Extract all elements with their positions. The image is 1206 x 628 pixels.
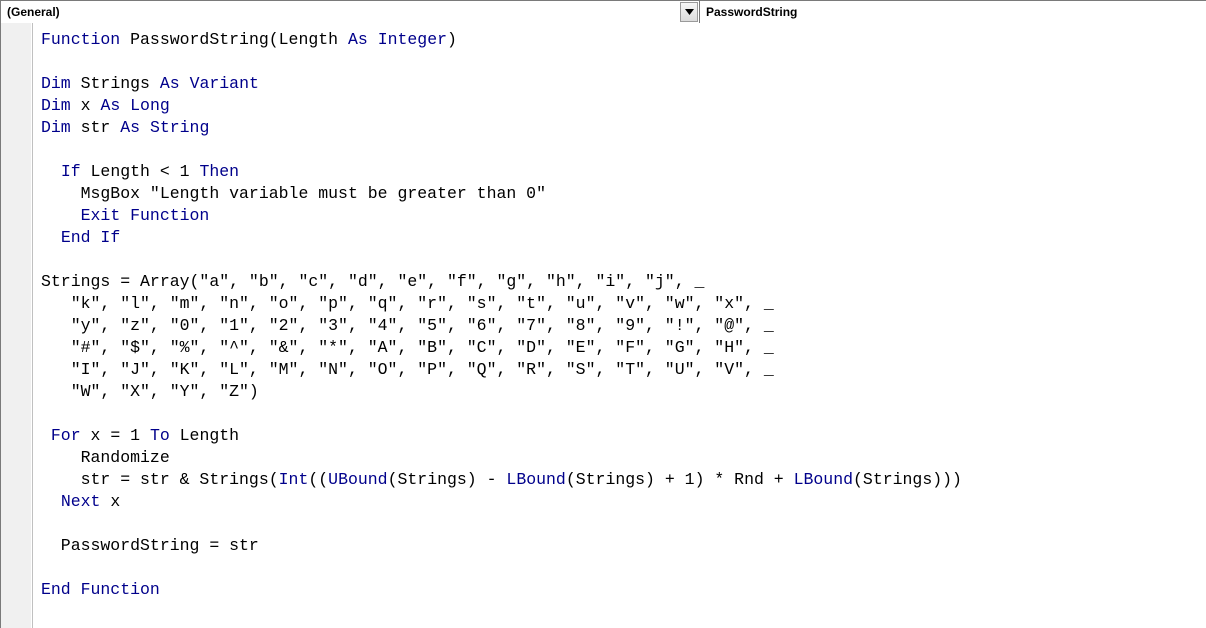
code-line: "#", "$", "%", "^", "&", "*", "A", "B", … — [41, 337, 1206, 359]
code-line: If Length < 1 Then — [41, 161, 1206, 183]
code-line: MsgBox "Length variable must be greater … — [41, 183, 1206, 205]
code-line — [41, 249, 1206, 271]
code-line: "W", "X", "Y", "Z") — [41, 381, 1206, 403]
code-line: Function PasswordString(Length As Intege… — [41, 29, 1206, 51]
code-line: str = str & Strings(Int((UBound(Strings)… — [41, 469, 1206, 491]
code-line: End If — [41, 227, 1206, 249]
code-line — [41, 557, 1206, 579]
code-line: End Function — [41, 579, 1206, 601]
margin-gutter — [1, 23, 33, 628]
code-line — [41, 139, 1206, 161]
procedure-dropdown-text: PasswordString — [700, 1, 1206, 23]
procedure-dropdown[interactable]: PasswordString — [700, 1, 1206, 23]
code-line: Next x — [41, 491, 1206, 513]
code-line: "k", "l", "m", "n", "o", "p", "q", "r", … — [41, 293, 1206, 315]
code-line: Randomize — [41, 447, 1206, 469]
object-dropdown[interactable]: (General) — [1, 1, 700, 23]
code-line: Dim x As Long — [41, 95, 1206, 117]
code-line: Exit Function — [41, 205, 1206, 227]
code-line: PasswordString = str — [41, 535, 1206, 557]
code-line: For x = 1 To Length — [41, 425, 1206, 447]
dropdown-arrow-icon[interactable] — [680, 2, 698, 22]
code-line: Strings = Array("a", "b", "c", "d", "e",… — [41, 271, 1206, 293]
code-editor[interactable]: Function PasswordString(Length As Intege… — [33, 23, 1206, 628]
editor-row: Function PasswordString(Length As Intege… — [1, 23, 1206, 628]
dropdown-bar: (General) PasswordString — [1, 1, 1206, 23]
code-line — [41, 51, 1206, 73]
code-line: Dim Strings As Variant — [41, 73, 1206, 95]
object-dropdown-text: (General) — [1, 1, 680, 23]
code-line: "I", "J", "K", "L", "M", "N", "O", "P", … — [41, 359, 1206, 381]
code-line — [41, 513, 1206, 535]
code-line: Dim str As String — [41, 117, 1206, 139]
code-line: "y", "z", "0", "1", "2", "3", "4", "5", … — [41, 315, 1206, 337]
code-line — [41, 403, 1206, 425]
vba-editor-window: (General) PasswordString Function Passwo… — [0, 0, 1206, 628]
